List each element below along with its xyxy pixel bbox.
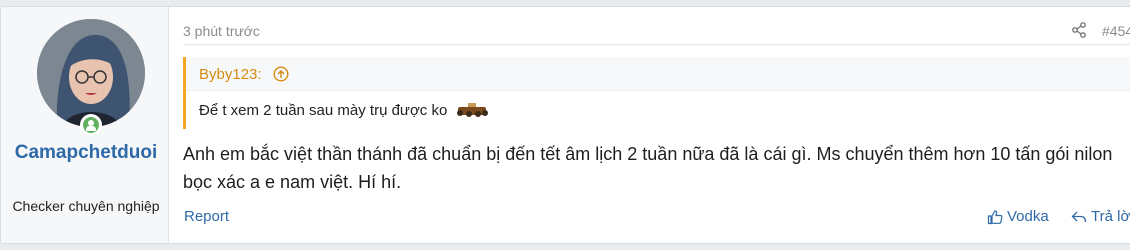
report-link[interactable]: Report (184, 208, 229, 225)
quote-header: Byby123: (186, 57, 1130, 91)
thumbs-up-icon (987, 209, 1003, 224)
header-divider (183, 44, 1130, 45)
post-time[interactable]: 3 phút trước (183, 23, 260, 39)
avatar-image (37, 19, 145, 127)
avatar[interactable] (37, 19, 145, 127)
post-message: Anh em bắc việt thần thánh đã chuẩn bị đ… (183, 144, 1113, 192)
username-link[interactable]: Camapchetduoi (11, 140, 161, 166)
online-status-icon (80, 114, 102, 136)
post-user-cell: Camapchetduoi Checker chuyên nghiệp (1, 7, 169, 243)
reply-label: Trả lời (1091, 208, 1130, 225)
quote-author[interactable]: Byby123: (199, 66, 262, 83)
reply-icon (1071, 211, 1087, 222)
quote-text-row: Để t xem 2 tuần sau mày trụ được ko (199, 101, 488, 121)
post-main: 3 phút trước #454 Byby123: Để t xem 2 tu… (169, 7, 1130, 243)
like-label: Vodka (1007, 208, 1049, 225)
share-icon[interactable] (1071, 22, 1087, 38)
reply-button[interactable]: Trả lời (1071, 208, 1130, 225)
quote-text: Để t xem 2 tuần sau mày trụ được ko (199, 101, 448, 119)
quote-block: Byby123: Để t xem 2 tuần sau mày trụ đượ… (183, 57, 1130, 129)
post-number[interactable]: #454 (1102, 23, 1130, 39)
user-title: Checker chuyên nghiệp (12, 198, 160, 214)
coffin-dance-emoji (456, 103, 488, 117)
like-button[interactable]: Vodka (987, 208, 1049, 225)
forum-post: Camapchetduoi Checker chuyên nghiệp 3 ph… (0, 6, 1130, 244)
arrow-up-circle-icon[interactable] (273, 66, 289, 82)
